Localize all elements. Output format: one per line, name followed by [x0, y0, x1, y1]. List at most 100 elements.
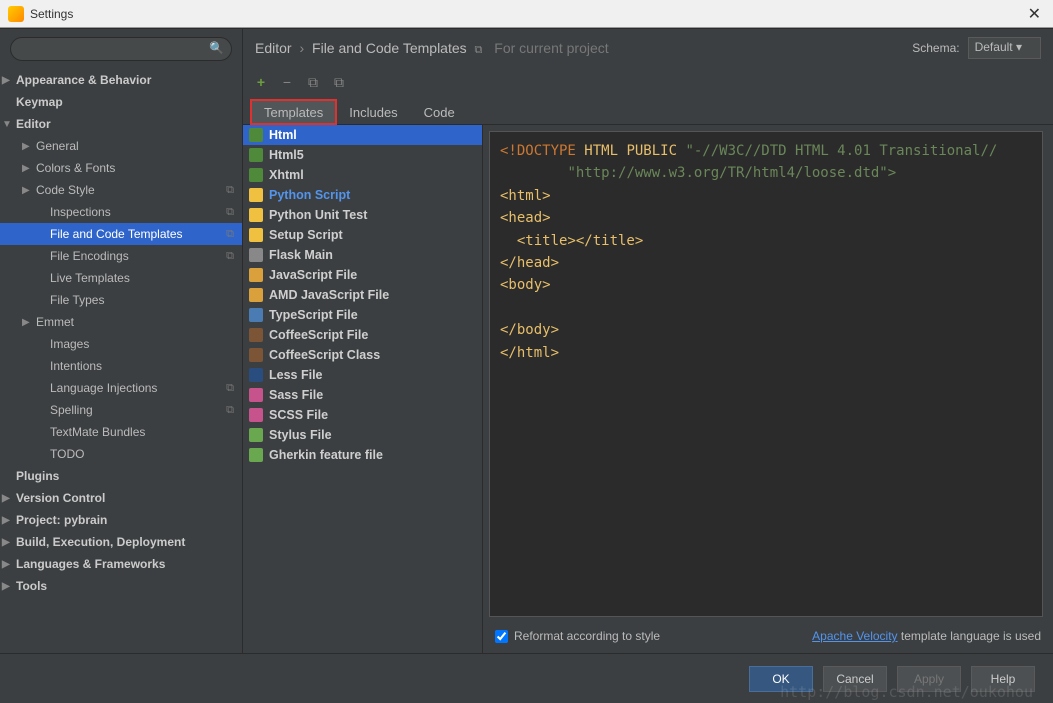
sidebar-item-intentions[interactable]: Intentions	[0, 355, 242, 377]
copy-template-button[interactable]: ⧉	[305, 74, 321, 91]
file-type-icon	[249, 448, 263, 462]
template-item-gherkin-feature-file[interactable]: Gherkin feature file	[243, 445, 482, 465]
sidebar-item-label: Version Control	[16, 491, 105, 505]
sidebar-item-file-and-code-templates[interactable]: File and Code Templates⧉	[0, 223, 242, 245]
paste-template-button[interactable]: ⧉	[331, 74, 347, 91]
sidebar-item-language-injections[interactable]: Language Injections⧉	[0, 377, 242, 399]
sidebar-item-version-control[interactable]: ▶Version Control	[0, 487, 242, 509]
app-logo-icon	[8, 6, 24, 22]
template-item-label: Html5	[269, 148, 304, 162]
sidebar-item-keymap[interactable]: Keymap	[0, 91, 242, 113]
reformat-checkbox[interactable]	[495, 630, 508, 643]
template-item-label: Gherkin feature file	[269, 448, 383, 462]
template-item-html[interactable]: Html	[243, 125, 482, 145]
sidebar-item-images[interactable]: Images	[0, 333, 242, 355]
close-icon[interactable]: ✕	[1024, 4, 1045, 24]
search-input[interactable]	[10, 37, 232, 61]
template-item-setup-script[interactable]: Setup Script	[243, 225, 482, 245]
template-item-label: Flask Main	[269, 248, 333, 262]
sidebar-item-code-style[interactable]: ▶Code Style⧉	[0, 179, 242, 201]
template-item-stylus-file[interactable]: Stylus File	[243, 425, 482, 445]
sidebar-item-tools[interactable]: ▶Tools	[0, 575, 242, 597]
sidebar-item-label: General	[36, 139, 79, 153]
sidebar-item-emmet[interactable]: ▶Emmet	[0, 311, 242, 333]
tab-templates[interactable]: Templates	[251, 100, 336, 124]
sidebar-item-label: Emmet	[36, 315, 74, 329]
breadcrumb: Editor › File and Code Templates ⧉ For c…	[255, 40, 609, 57]
project-badge-icon: ⧉	[226, 206, 234, 219]
template-item-python-unit-test[interactable]: Python Unit Test	[243, 205, 482, 225]
template-item-amd-javascript-file[interactable]: AMD JavaScript File	[243, 285, 482, 305]
cancel-button[interactable]: Cancel	[823, 666, 887, 692]
tree-arrow-icon: ▶	[22, 163, 34, 174]
sidebar-item-file-encodings[interactable]: File Encodings⧉	[0, 245, 242, 267]
file-type-icon	[249, 268, 263, 282]
sidebar-item-label: Colors & Fonts	[36, 161, 115, 175]
apply-button[interactable]: Apply	[897, 666, 961, 692]
template-item-coffeescript-class[interactable]: CoffeeScript Class	[243, 345, 482, 365]
titlebar: Settings ✕	[0, 0, 1053, 28]
sidebar-item-general[interactable]: ▶General	[0, 135, 242, 157]
template-item-html5[interactable]: Html5	[243, 145, 482, 165]
project-badge-icon: ⧉	[226, 382, 234, 395]
ok-button[interactable]: OK	[749, 666, 813, 692]
sidebar-item-label: TODO	[50, 447, 84, 461]
sidebar-item-live-templates[interactable]: Live Templates	[0, 267, 242, 289]
template-item-javascript-file[interactable]: JavaScript File	[243, 265, 482, 285]
sidebar-item-file-types[interactable]: File Types	[0, 289, 242, 311]
sidebar-item-editor[interactable]: ▼Editor	[0, 113, 242, 135]
file-type-icon	[249, 388, 263, 402]
tab-code[interactable]: Code	[411, 100, 468, 124]
sidebar-item-label: TextMate Bundles	[50, 425, 145, 439]
main-area: 🔍 ▶Appearance & BehaviorKeymap▼Editor▶Ge…	[0, 28, 1053, 653]
tree-arrow-icon: ▶	[2, 537, 14, 548]
template-item-typescript-file[interactable]: TypeScript File	[243, 305, 482, 325]
code-editor[interactable]: <!DOCTYPE HTML PUBLIC "-//W3C//DTD HTML …	[489, 131, 1043, 617]
add-template-button[interactable]: +	[253, 74, 269, 90]
tree-arrow-icon: ▶	[2, 515, 14, 526]
sidebar-item-appearance-behavior[interactable]: ▶Appearance & Behavior	[0, 69, 242, 91]
template-item-label: TypeScript File	[269, 308, 358, 322]
template-item-python-script[interactable]: Python Script	[243, 185, 482, 205]
file-type-icon	[249, 248, 263, 262]
tree-arrow-icon: ▶	[2, 559, 14, 570]
apache-velocity-link[interactable]: Apache Velocity	[812, 629, 897, 643]
breadcrumb-root: Editor	[255, 40, 292, 56]
template-item-xhtml[interactable]: Xhtml	[243, 165, 482, 185]
project-badge-icon: ⧉	[226, 404, 234, 417]
sidebar-item-label: Languages & Frameworks	[16, 557, 165, 571]
schema-select[interactable]: Default ▾	[968, 37, 1041, 59]
project-scope-icon: ⧉	[475, 44, 483, 56]
sidebar-item-colors-fonts[interactable]: ▶Colors & Fonts	[0, 157, 242, 179]
template-list: Html Html5 XhtmlPython Script Python Unit T…	[243, 125, 482, 653]
sidebar-item-label: Code Style	[36, 183, 95, 197]
tree-arrow-icon: ▶	[2, 581, 14, 592]
sidebar-item-todo[interactable]: TODO	[0, 443, 242, 465]
remove-template-button[interactable]: −	[279, 74, 295, 90]
template-item-less-file[interactable]: Less File	[243, 365, 482, 385]
tree-arrow-icon: ▶	[22, 317, 34, 328]
sidebar-item-textmate-bundles[interactable]: TextMate Bundles	[0, 421, 242, 443]
template-item-scss-file[interactable]: SCSS File	[243, 405, 482, 425]
dialog-button-bar: OK Cancel Apply Help http://blog.csdn.ne…	[0, 653, 1053, 703]
file-type-icon	[249, 328, 263, 342]
sidebar-item-label: Live Templates	[50, 271, 130, 285]
tab-includes[interactable]: Includes	[336, 100, 410, 124]
template-item-label: AMD JavaScript File	[269, 288, 389, 302]
sidebar-item-build-execution-deployment[interactable]: ▶Build, Execution, Deployment	[0, 531, 242, 553]
template-item-coffeescript-file[interactable]: CoffeeScript File	[243, 325, 482, 345]
template-item-label: Python Unit Test	[269, 208, 367, 222]
sidebar-item-plugins[interactable]: Plugins	[0, 465, 242, 487]
sidebar-item-spelling[interactable]: Spelling⧉	[0, 399, 242, 421]
sidebar-item-project-pybrain[interactable]: ▶Project: pybrain	[0, 509, 242, 531]
sidebar-item-languages-frameworks[interactable]: ▶Languages & Frameworks	[0, 553, 242, 575]
sidebar-item-label: File Types	[50, 293, 104, 307]
template-item-sass-file[interactable]: Sass File	[243, 385, 482, 405]
sidebar-item-label: Inspections	[50, 205, 111, 219]
help-button[interactable]: Help	[971, 666, 1035, 692]
template-item-flask-main[interactable]: Flask Main	[243, 245, 482, 265]
sidebar-item-label: File and Code Templates	[50, 227, 183, 241]
sidebar-item-inspections[interactable]: Inspections ⧉	[0, 201, 242, 223]
tabs-row: TemplatesIncludesCode	[243, 97, 1053, 125]
template-item-label: Setup Script	[269, 228, 343, 242]
